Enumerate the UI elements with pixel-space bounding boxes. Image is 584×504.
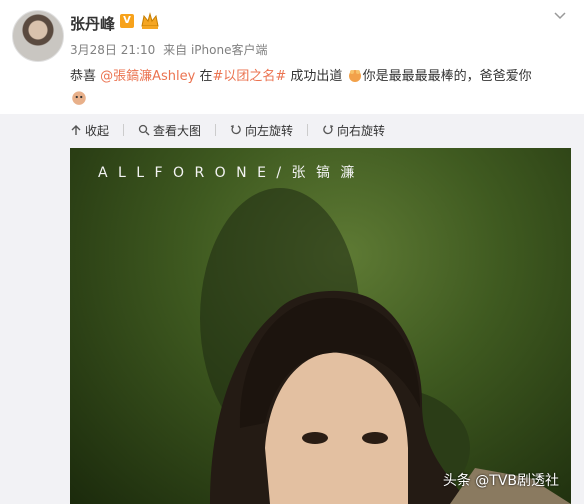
rotate-left-button[interactable]: 向左旋转 [230, 120, 293, 140]
watermark: 头条 @TVB剧透社 [442, 473, 559, 489]
rotate-right-icon [323, 125, 334, 135]
post-header: 张丹峰 V 3月28日 21:10 来自 iPhone客户端 恭喜 @張鎬濂As… [0, 0, 584, 114]
collapse-label: 收起 [85, 123, 110, 138]
username[interactable]: 张丹峰 [70, 13, 115, 34]
vip-badge[interactable]: V [120, 14, 134, 28]
view-large-button[interactable]: 查看大图 [138, 120, 201, 140]
post-text-end: 你是最最最最棒的，爸爸爱你 [362, 69, 532, 84]
image-toolbar: 收起 查看大图 向左旋转 向右旋转 [70, 120, 385, 140]
zoom-icon [138, 124, 150, 136]
crown-icon[interactable] [140, 12, 160, 30]
mention-link[interactable]: @張鎬濂Ashley [100, 69, 195, 84]
post-photo[interactable]: A L L F O R O N E / 张 镐 濂 头条 @TVB剧透社 [70, 148, 571, 504]
sticker-emoji-icon [72, 91, 86, 105]
rotate-left-label: 向左旋转 [245, 123, 294, 138]
post-text-mid: 在 [195, 69, 213, 84]
toolbar-divider [307, 124, 309, 136]
toolbar-divider [123, 124, 125, 136]
toolbar-divider [215, 124, 217, 136]
post-text-after: 成功出道 [286, 69, 343, 84]
post-text: 恭喜 @張鎬濂Ashley 在#以团之名# 成功出道 你是最最最最棒的，爸爸爱你 [70, 66, 570, 111]
view-large-label: 查看大图 [153, 123, 202, 138]
rotate-right-label: 向右旋转 [337, 123, 386, 138]
photo-title: A L L F O R O N E / 张 镐 濂 [98, 165, 358, 181]
rotate-right-button[interactable]: 向右旋转 [322, 120, 385, 140]
collapse-button[interactable]: 收起 [70, 120, 109, 140]
post-source: 来自 iPhone客户端 [163, 43, 268, 57]
post-timestamp[interactable]: 3月28日 21:10 [70, 43, 155, 57]
vip-badge-label: V [123, 15, 131, 26]
post-meta: 3月28日 21:10 来自 iPhone客户端 [70, 41, 267, 58]
collapse-icon [71, 125, 81, 135]
post-text-before: 恭喜 [70, 69, 101, 84]
menu-chevron-icon[interactable] [554, 12, 566, 20]
celebration-emoji-icon [348, 70, 361, 82]
avatar[interactable] [12, 10, 64, 62]
photo-illustration [200, 188, 571, 504]
rotate-left-icon [230, 125, 241, 135]
topic-link[interactable]: #以团之名# [213, 69, 287, 84]
